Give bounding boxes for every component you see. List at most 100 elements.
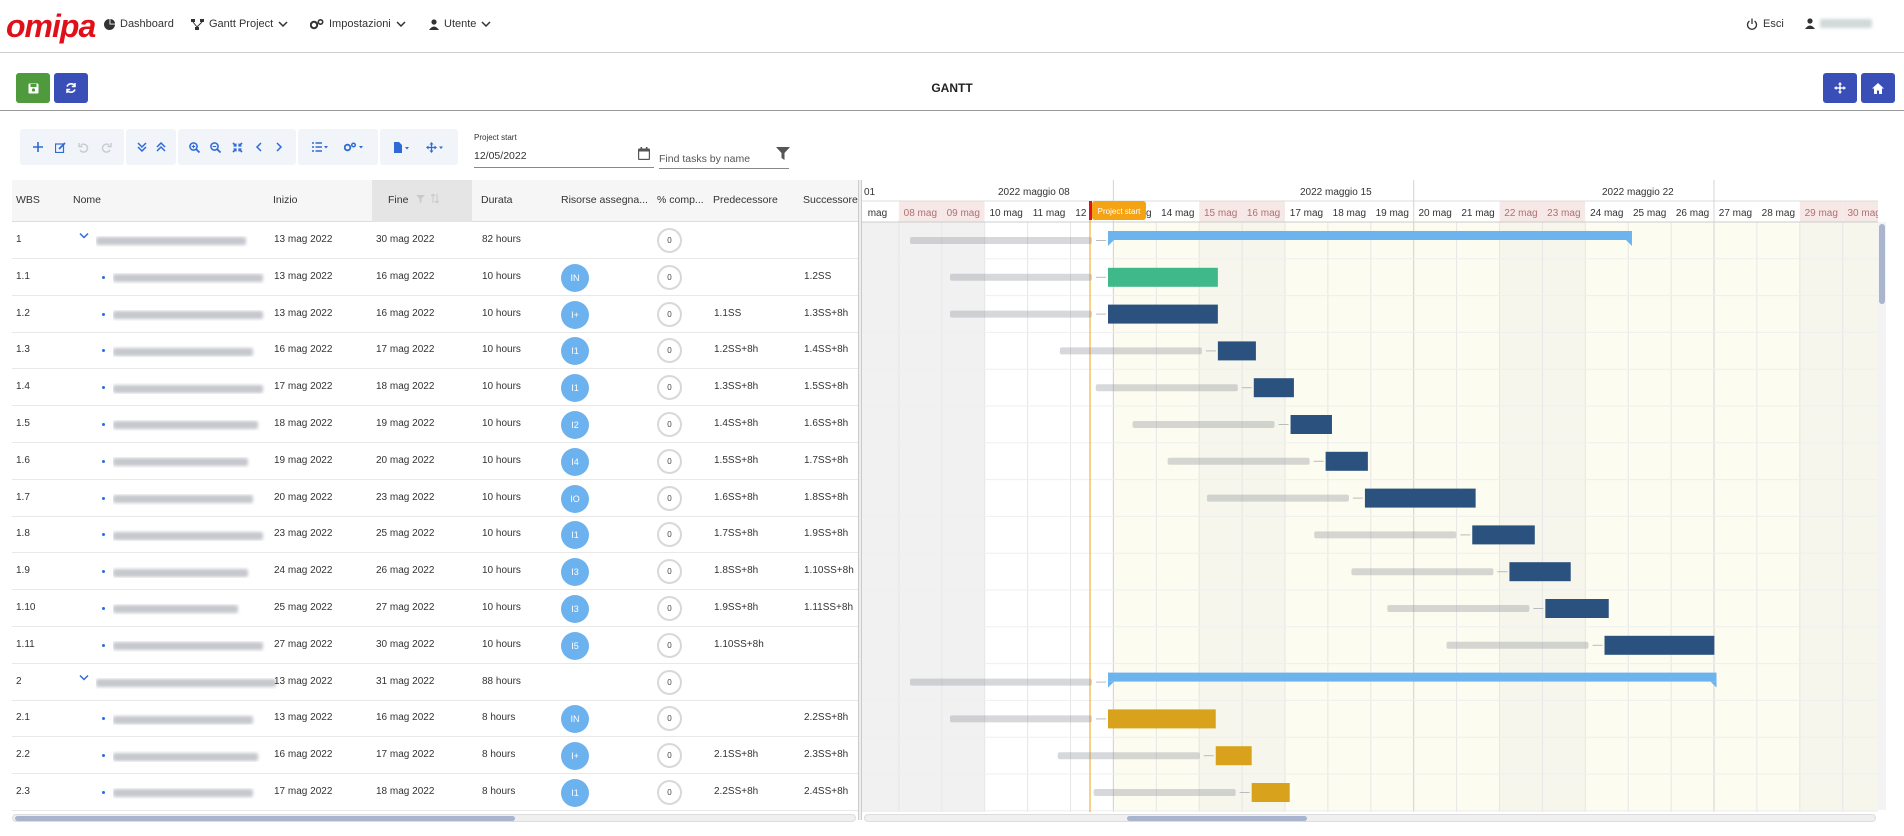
task-bar[interactable] — [1290, 415, 1332, 434]
find-tasks-input[interactable]: Find tasks by name — [659, 145, 789, 169]
col-header-fine[interactable]: Fine — [372, 180, 472, 222]
task-row[interactable]: 1.9 24 mag 2022 26 mag 2022 10 hours I3 0 1.8S… — [12, 553, 858, 591]
task-row-summary[interactable]: 2 13 mag 2022 31 mag 2022 88 hours 0 — [12, 664, 858, 701]
percent-complete-ring: 0 — [657, 375, 682, 401]
task-row[interactable]: 1.6 19 mag 2022 20 mag 2022 10 hours I4 0 1.5S… — [12, 443, 858, 480]
task-row[interactable]: 2.3 17 mag 2022 18 mag 2022 8 hours I1 0 2.2SS… — [12, 774, 858, 811]
task-row[interactable]: 1.10 25 mag 2022 27 mag 2022 10 hours I3 0 1.9… — [12, 590, 858, 627]
task-row-summary[interactable]: 1 13 mag 2022 30 mag 2022 82 hours 0 — [12, 222, 858, 259]
undo-icon — [78, 142, 89, 153]
resource-avatar[interactable]: I1 — [561, 779, 589, 807]
calendar-icon[interactable] — [638, 147, 650, 160]
nav-utente[interactable]: Utente — [429, 18, 491, 30]
chevron-down-icon[interactable] — [79, 674, 89, 682]
vertical-scrollbar-thumb[interactable] — [1879, 224, 1885, 304]
app-logo[interactable]: omipa — [6, 8, 96, 44]
col-header-successore[interactable]: Successore — [803, 194, 858, 206]
cell-end: 20 mag 2022 — [376, 454, 435, 466]
task-bar[interactable] — [1253, 378, 1294, 398]
day-label: 14 mag — [1161, 208, 1194, 219]
resource-avatar[interactable]: I+ — [561, 300, 589, 329]
task-bar[interactable] — [1472, 525, 1535, 545]
zoom-fit-button[interactable] — [226, 137, 247, 157]
chevron-down-icon[interactable] — [79, 232, 89, 240]
resource-avatar[interactable]: IO — [561, 484, 589, 513]
task-row[interactable]: 2.2 16 mag 2022 17 mag 2022 8 hours I+ 0 2.1SS… — [12, 737, 858, 775]
day-label: 20 mag — [1418, 208, 1451, 219]
resource-avatar[interactable]: IN — [561, 263, 589, 292]
move-menu-button[interactable] — [418, 137, 450, 157]
task-bar[interactable] — [1108, 709, 1216, 729]
col-header-comp[interactable]: % comp... — [657, 194, 707, 206]
zoom-in-button[interactable] — [184, 137, 205, 157]
resource-avatar[interactable]: I1 — [561, 521, 589, 550]
resource-avatar[interactable]: I1 — [561, 374, 589, 403]
task-bar[interactable] — [1217, 341, 1256, 361]
task-row[interactable]: 2.1 13 mag 2022 16 mag 2022 8 hours IN 0 2.2SS… — [12, 700, 858, 738]
filter-icon[interactable] — [776, 147, 790, 160]
summary-bar[interactable] — [1108, 672, 1717, 682]
resource-avatar[interactable]: I5 — [561, 631, 589, 660]
task-bar[interactable] — [1251, 783, 1290, 802]
task-row[interactable]: 1.4 17 mag 2022 18 mag 2022 10 hours I1 0 1.3S… — [12, 369, 858, 407]
col-header-nome[interactable]: Nome — [73, 194, 101, 206]
task-bar[interactable] — [1604, 635, 1715, 655]
task-bar[interactable] — [1545, 599, 1609, 618]
timeline-scrollbar-thumb[interactable] — [1127, 816, 1307, 821]
task-row[interactable]: 1.2 13 mag 2022 16 mag 2022 10 hours I+ 0 1.1S… — [12, 296, 858, 333]
zoom-out-button[interactable] — [205, 137, 226, 157]
task-row[interactable]: 1.1 13 mag 2022 16 mag 2022 10 hours IN 0 1.2S… — [12, 259, 858, 296]
task-row[interactable]: 1.5 18 mag 2022 19 mag 2022 10 hours I2 0 1.4S… — [12, 406, 858, 443]
col-header-wbs[interactable]: WBS — [16, 194, 40, 206]
task-bar-label-redacted — [1132, 421, 1275, 428]
task-bar[interactable] — [1364, 488, 1476, 508]
resource-avatar[interactable]: I3 — [561, 558, 589, 587]
sort-icon — [430, 193, 440, 204]
next-timespan-button[interactable] — [269, 137, 290, 157]
task-bar[interactable] — [1509, 562, 1571, 582]
nav-dashboard[interactable]: Dashboard — [104, 18, 174, 30]
nav-gantt-project[interactable]: Gantt Project — [191, 18, 288, 30]
expand-all-button[interactable] — [132, 137, 151, 157]
settings-menu-button[interactable] — [336, 137, 370, 157]
task-bar[interactable] — [1325, 451, 1368, 471]
undo-button[interactable] — [72, 137, 95, 157]
resource-avatar[interactable]: IN — [561, 705, 589, 734]
export-menu-button[interactable] — [386, 137, 418, 157]
view-tools-group — [298, 129, 378, 165]
col-header-risorse[interactable]: Risorse assegna... — [561, 194, 647, 206]
nav-impostazioni[interactable]: Impostazioni — [310, 18, 406, 30]
project-start-input[interactable]: 12/05/2022 — [474, 144, 654, 168]
resource-avatar[interactable]: I1 — [561, 337, 589, 366]
grid-scrollbar-thumb[interactable] — [15, 816, 515, 821]
add-task-button[interactable] — [26, 137, 49, 157]
resource-avatar[interactable]: I+ — [561, 742, 589, 771]
task-bar-label-redacted — [1387, 605, 1530, 612]
cell-end: 23 mag 2022 — [376, 491, 435, 503]
timeline-horizontal-scrollbar[interactable] — [864, 814, 1876, 822]
resource-avatar[interactable]: I4 — [561, 447, 589, 476]
nav-user-account[interactable] — [1805, 18, 1872, 29]
task-row[interactable]: 1.11 27 mag 2022 30 mag 2022 10 hours I5 0 1.1… — [12, 627, 858, 664]
collapse-all-button[interactable] — [151, 137, 170, 157]
col-header-predecessore[interactable]: Predecessore — [713, 194, 778, 206]
task-bar[interactable] — [1108, 267, 1218, 287]
nav-logout[interactable]: Esci — [1746, 18, 1784, 30]
edit-task-button[interactable] — [49, 137, 72, 157]
task-row[interactable]: 1.7 20 mag 2022 23 mag 2022 10 hours IO 0 1.6S… — [12, 480, 858, 517]
task-bar[interactable] — [1108, 304, 1218, 324]
previous-timespan-button[interactable] — [248, 137, 269, 157]
task-row[interactable]: 1.3 16 mag 2022 17 mag 2022 10 hours I1 0 1.2S… — [12, 332, 858, 370]
col-header-inizio[interactable]: Inizio — [273, 194, 298, 206]
vertical-scrollbar[interactable] — [1878, 222, 1886, 810]
resource-avatar[interactable]: I3 — [561, 595, 589, 623]
redo-button[interactable] — [95, 137, 118, 157]
resource-avatar[interactable]: I2 — [561, 411, 589, 439]
summary-bar[interactable] — [1108, 231, 1632, 240]
task-row[interactable]: 1.8 23 mag 2022 25 mag 2022 10 hours I1 0 1.7S… — [12, 516, 858, 554]
columns-menu-button[interactable] — [304, 137, 336, 157]
cell-duration: 10 hours — [482, 270, 521, 282]
col-header-durata[interactable]: Durata — [481, 194, 513, 206]
grid-horizontal-scrollbar[interactable] — [12, 814, 856, 822]
task-bar[interactable] — [1215, 746, 1252, 766]
